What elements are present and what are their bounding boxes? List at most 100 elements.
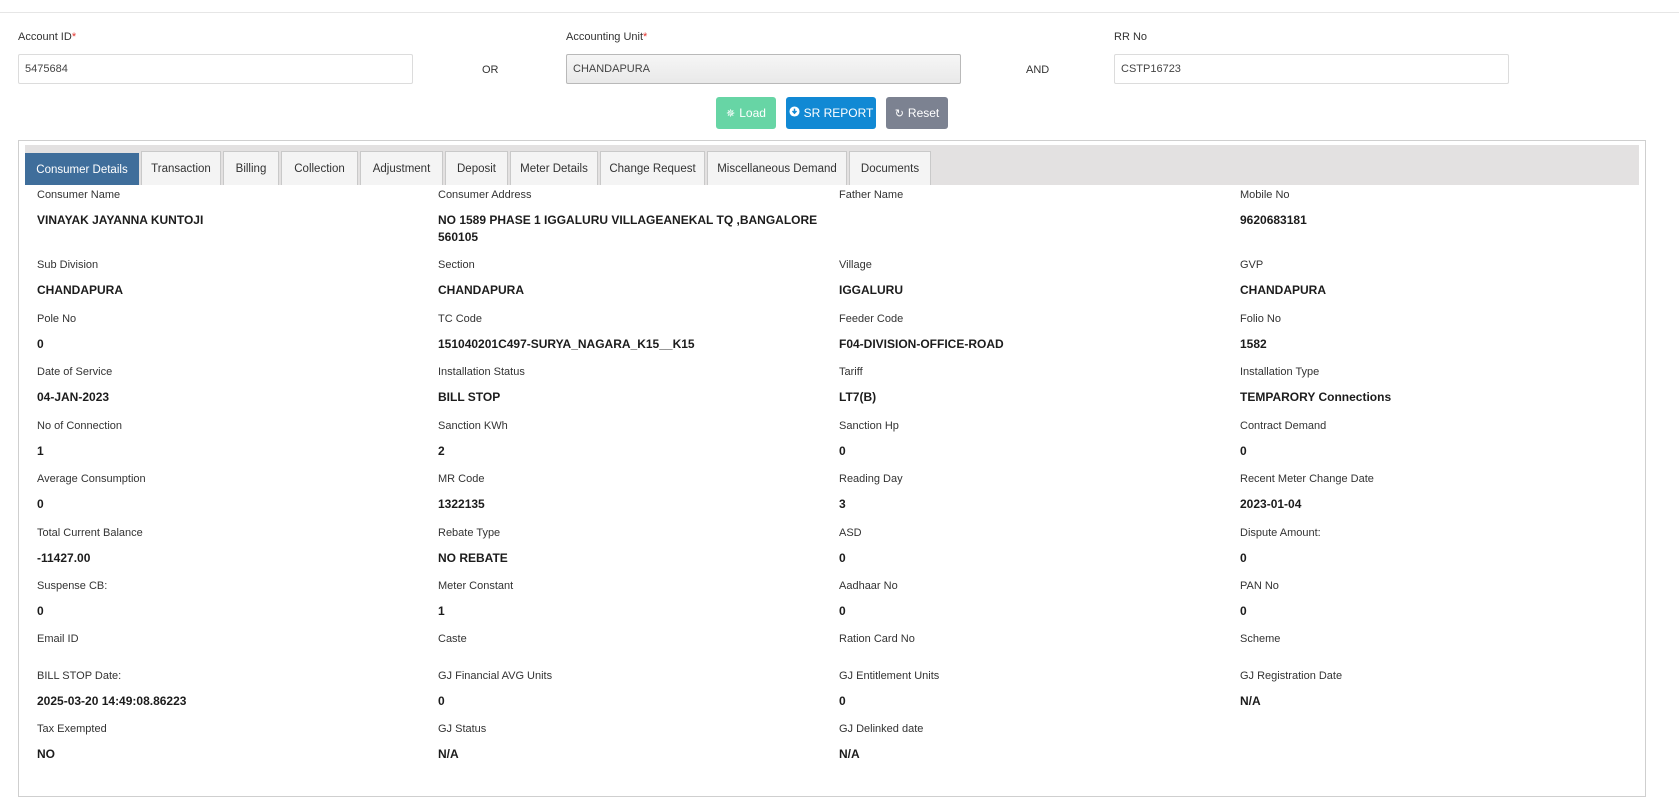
account-id-label: Account ID* [18, 31, 77, 43]
consumer-address-value: NO 1589 PHASE 1 IGGALURU VILLAGEANEKAL T… [438, 213, 818, 244]
tariff-value: LT7(B) [839, 390, 877, 404]
load-button[interactable]: ✵ Load [716, 97, 776, 129]
aadhaar-no-value: 0 [839, 604, 846, 618]
section-value: CHANDAPURA [438, 283, 524, 297]
sanction-hp-value: 0 [839, 444, 846, 458]
sub-division-value: CHANDAPURA [37, 283, 123, 297]
pole-no-value: 0 [37, 337, 44, 351]
tab-documents[interactable]: Documents [849, 151, 931, 185]
installation-type-value: TEMPARORY Connections [1240, 390, 1392, 404]
tab-billing[interactable]: Billing [223, 151, 279, 185]
folio-no-label: Folio No [1240, 313, 1281, 325]
gj-registration-date-value: N/A [1240, 694, 1261, 708]
village-label: Village [839, 259, 872, 271]
sanction-kwh-value: 2 [438, 444, 445, 458]
and-separator: AND [1026, 64, 1050, 76]
tab-change-request[interactable]: Change Request [600, 151, 705, 185]
gj-financial-avg-units-value: 0 [438, 694, 445, 708]
installation-type-label: Installation Type [1240, 366, 1320, 378]
reading-day-value: 3 [839, 497, 846, 511]
accounting-unit-select[interactable] [566, 54, 961, 84]
section-label: Section [438, 259, 475, 271]
tab-adjustment[interactable]: Adjustment [360, 151, 443, 185]
gj-entitlement-units-label: GJ Entitlement Units [839, 670, 940, 682]
father-name-label: Father Name [839, 189, 904, 201]
gj-registration-date-label: GJ Registration Date [1240, 670, 1343, 682]
scheme-label: Scheme [1240, 633, 1281, 645]
tariff-label: Tariff [839, 366, 863, 378]
consumer-details-panel: Consumer Details Transaction Billing Col… [18, 140, 1646, 797]
suspense-cb-value: 0 [37, 604, 44, 618]
tax-exempted-value: NO [37, 747, 55, 761]
tc-code-label: TC Code [438, 313, 483, 325]
gvp-value: CHANDAPURA [1240, 283, 1326, 297]
bill-stop-date-value: 2025-03-20 14:49:08.86223 [37, 694, 187, 708]
mr-code-label: MR Code [438, 473, 485, 485]
average-consumption-label: Average Consumption [37, 473, 146, 485]
bill-stop-date-label: BILL STOP Date: [37, 670, 122, 682]
recent-meter-change-date-value: 2023-01-04 [1240, 497, 1302, 511]
spinner-icon: ✵ [726, 107, 736, 120]
rr-no-label: RR No [1114, 31, 1148, 43]
no-of-connection-label: No of Connection [37, 420, 122, 432]
gvp-label: GVP [1240, 259, 1264, 271]
consumer-name-label: Consumer Name [37, 189, 121, 201]
contract-demand-value: 0 [1240, 444, 1247, 458]
folio-no-value: 1582 [1240, 337, 1267, 351]
reading-day-label: Reading Day [839, 473, 903, 485]
rr-no-input[interactable] [1114, 54, 1509, 84]
sub-division-label: Sub Division [37, 259, 99, 271]
tab-transaction[interactable]: Transaction [141, 151, 221, 185]
village-value: IGGALURU [839, 283, 903, 297]
dispute-amount-label: Dispute Amount: [1240, 527, 1321, 539]
rebate-type-value: NO REBATE [438, 551, 508, 565]
sr-report-button[interactable]: SR REPORT [786, 97, 876, 129]
tab-meter-details[interactable]: Meter Details [510, 151, 598, 185]
total-current-balance-value: -11427.00 [37, 551, 91, 565]
suspense-cb-label: Suspense CB: [37, 580, 108, 592]
account-id-input[interactable] [18, 54, 413, 84]
average-consumption-value: 0 [37, 497, 44, 511]
asd-label: ASD [839, 527, 862, 539]
feeder-code-value: F04-DIVISION-OFFICE-ROAD [839, 337, 1004, 351]
gj-delinked-date-label: GJ Delinked date [839, 723, 924, 735]
meter-constant-value: 1 [438, 604, 445, 618]
reset-button[interactable]: ↻ Reset [886, 97, 948, 129]
ration-card-no-label: Ration Card No [839, 633, 915, 645]
tax-exempted-label: Tax Exempted [37, 723, 107, 735]
tc-code-value: 151040201C497-SURYA_NAGARA_K15__K15 [438, 337, 695, 351]
refresh-icon: ↻ [894, 107, 904, 120]
consumer-address-label: Consumer Address [438, 189, 532, 201]
mr-code-value: 1322135 [438, 497, 485, 511]
aadhaar-no-label: Aadhaar No [839, 580, 898, 592]
recent-meter-change-date-label: Recent Meter Change Date [1240, 473, 1374, 485]
tab-deposit[interactable]: Deposit [445, 151, 508, 185]
installation-status-label: Installation Status [438, 366, 525, 378]
installation-status-value: BILL STOP [438, 390, 501, 404]
total-current-balance-label: Total Current Balance [37, 527, 143, 539]
tab-consumer-details[interactable]: Consumer Details [25, 153, 139, 185]
date-of-service-value: 04-JAN-2023 [37, 390, 110, 404]
gj-status-value: N/A [438, 747, 459, 761]
or-separator: OR [482, 64, 499, 76]
sanction-hp-label: Sanction Hp [839, 420, 899, 432]
meter-constant-label: Meter Constant [438, 580, 514, 592]
gj-financial-avg-units-label: GJ Financial AVG Units [438, 670, 553, 682]
gj-status-label: GJ Status [438, 723, 487, 735]
tab-collection[interactable]: Collection [281, 151, 358, 185]
mobile-no-value: 9620683181 [1240, 213, 1307, 227]
consumer-name-value: VINAYAK JAYANNA KUNTOJI [37, 213, 204, 227]
gj-delinked-date-value: N/A [839, 747, 860, 761]
pole-no-label: Pole No [37, 313, 77, 325]
contract-demand-label: Contract Demand [1240, 420, 1327, 432]
gj-entitlement-units-value: 0 [839, 694, 846, 708]
dispute-amount-value: 0 [1240, 551, 1247, 565]
tab-bar: Consumer Details Transaction Billing Col… [25, 145, 1639, 185]
tab-miscellaneous-demand[interactable]: Miscellaneous Demand [707, 151, 847, 185]
accounting-unit-label: Accounting Unit* [566, 31, 648, 43]
mobile-no-label: Mobile No [1240, 189, 1290, 201]
asd-value: 0 [839, 551, 846, 565]
feeder-code-label: Feeder Code [839, 313, 904, 325]
email-id-label: Email ID [37, 633, 79, 645]
rebate-type-label: Rebate Type [438, 527, 501, 539]
